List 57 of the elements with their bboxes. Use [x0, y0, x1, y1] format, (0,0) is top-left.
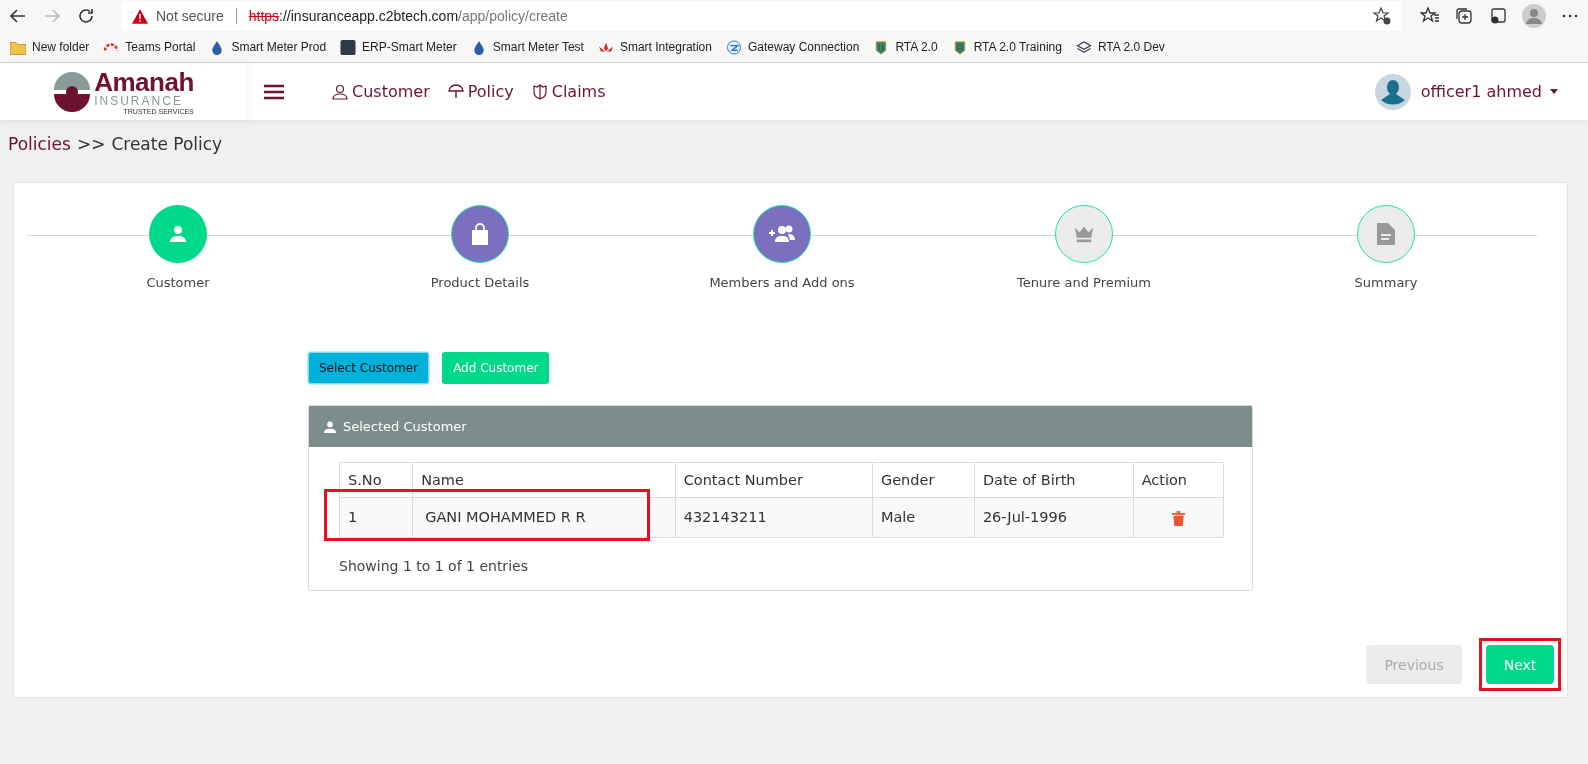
nav-link[interactable]: Policy — [447, 82, 514, 101]
column-header: Name — [412, 462, 676, 498]
bookmark-link[interactable]: Teams Portal — [125, 40, 196, 54]
bookmark-link[interactable]: Smart Meter Prod — [231, 40, 327, 54]
caret-icon[interactable] — [1550, 89, 1558, 94]
address-bar[interactable]: Not secure https://insuranceapp.c2btech.com/app/policy/create — [122, 1, 1402, 31]
add-favorite-icon[interactable] — [1372, 6, 1392, 26]
step-label: Summary — [1354, 275, 1418, 290]
layers-icon — [1075, 39, 1092, 55]
bookmark-link[interactable]: ERP-Smart Meter — [362, 40, 457, 54]
bookmark-link[interactable]: New folder — [32, 40, 90, 54]
nav-link[interactable]: Claims — [531, 82, 606, 101]
bookmark-link[interactable]: Smart Integration — [619, 40, 712, 54]
delete-icon[interactable] — [1171, 510, 1185, 526]
user-avatar-icon — [1374, 73, 1411, 110]
folder-icon — [10, 39, 26, 55]
column-header: Action — [1133, 462, 1224, 498]
browser-essentials-icon[interactable] — [1488, 6, 1508, 26]
collections-icon[interactable] — [1454, 6, 1474, 26]
breadcrumb-current: Create Policy — [111, 134, 223, 154]
umbrella-icon — [447, 83, 464, 100]
column-header: S.No — [339, 462, 413, 498]
warning-icon — [132, 8, 148, 24]
person-icon — [324, 420, 336, 433]
step-label: Tenure and Premium — [1017, 275, 1151, 290]
tile-icon — [340, 39, 357, 55]
table-cell: GANI MOHAMMED R R — [412, 497, 676, 537]
bookmark-link[interactable]: Gateway Connection — [747, 40, 860, 54]
table-cell: 26-Jul-1996 — [974, 497, 1134, 537]
user-menu[interactable]: officer1 ahmed — [1420, 82, 1542, 101]
url-text: https://insuranceapp.c2btech.com/app/policy/create — [248, 8, 569, 24]
reload-icon[interactable] — [76, 6, 96, 26]
shield-icon — [531, 83, 548, 100]
globe-icon — [725, 39, 742, 55]
panel-title: Selected Customer — [343, 419, 467, 434]
step-label: Customer — [146, 275, 210, 290]
person-icon — [332, 83, 348, 100]
menu-icon[interactable] — [264, 83, 284, 100]
breadcrumb-link[interactable]: Policies — [8, 134, 71, 154]
table-cell: 1 — [339, 497, 413, 537]
step-label: Members and Add ons — [709, 275, 855, 290]
column-header: Gender — [872, 462, 975, 498]
table-cell: 432143211 — [675, 497, 873, 537]
column-header: Date of Birth — [974, 462, 1134, 498]
column-header: Contact Number — [675, 462, 873, 498]
bookmark-link[interactable]: RTA 2.0 — [895, 40, 938, 54]
bookmark-link[interactable]: RTA 2.0 Dev — [1097, 40, 1165, 54]
breadcrumb-separator: >> — [76, 134, 106, 154]
select-customer-button[interactable]: Select Customer — [308, 352, 430, 384]
profile-avatar-icon[interactable] — [1522, 4, 1546, 28]
table-info: Showing 1 to 1 of 1 entries — [339, 557, 529, 574]
table-cell: Male — [872, 497, 975, 537]
step-label: Product Details — [430, 275, 530, 290]
bookmark-link[interactable]: Smart Meter Test — [492, 40, 584, 54]
nav-link[interactable]: Customer — [332, 82, 430, 101]
bookmark-link[interactable]: RTA 2.0 Training — [973, 40, 1062, 54]
security-label: Not secure — [156, 8, 224, 24]
